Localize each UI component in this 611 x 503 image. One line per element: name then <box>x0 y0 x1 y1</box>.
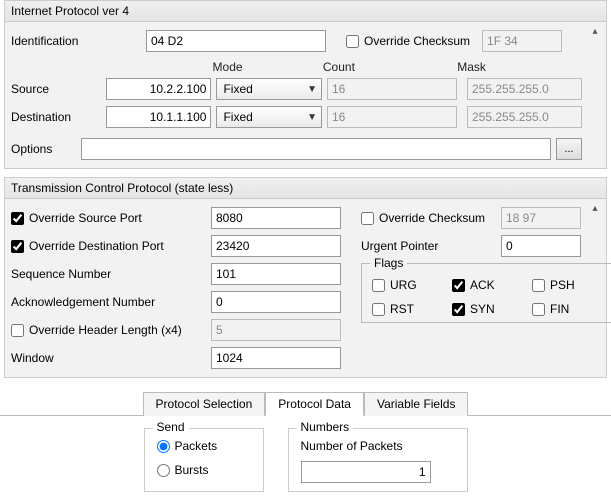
flags-fieldset: Flags URG ACK PSH RST SYN FIN <box>361 263 611 323</box>
tcp-override-checksum-box[interactable] <box>361 212 374 225</box>
override-source-port-label: Override Source Port <box>29 211 142 225</box>
sequence-number-label: Sequence Number <box>11 267 211 281</box>
send-bursts-input[interactable] <box>157 464 170 477</box>
source-mask-input <box>467 78 582 100</box>
ip-checksum-input <box>482 30 562 52</box>
flag-ack-box[interactable] <box>452 279 465 292</box>
flags-legend: Flags <box>370 256 407 270</box>
flag-urg-box[interactable] <box>372 279 385 292</box>
ip-override-checksum-checkbox[interactable]: Override Checksum <box>346 34 470 48</box>
tcp-override-checksum-label: Override Checksum <box>379 211 485 225</box>
tab-variable-fields[interactable]: Variable Fields <box>364 392 468 416</box>
urgent-pointer-input[interactable] <box>501 235 581 257</box>
destination-mode-select[interactable]: Fixed ▼ <box>216 106 322 128</box>
flag-urg-checkbox[interactable]: URG <box>372 278 452 292</box>
options-label: Options <box>11 142 81 156</box>
flag-rst-checkbox[interactable]: RST <box>372 302 452 316</box>
flag-psh-checkbox[interactable]: PSH <box>532 278 611 292</box>
override-source-port-box[interactable] <box>11 212 24 225</box>
ipv4-scrollbar[interactable]: ▴ <box>586 26 604 164</box>
sequence-number-input[interactable] <box>211 263 341 285</box>
tcp-override-checksum-checkbox[interactable]: Override Checksum <box>361 211 501 225</box>
source-label: Source <box>11 82 106 96</box>
tcp-section: Transmission Control Protocol (state les… <box>4 177 607 378</box>
ipv4-header: Internet Protocol ver 4 <box>4 0 607 22</box>
flag-psh-box[interactable] <box>532 279 545 292</box>
flag-syn-box[interactable] <box>452 303 465 316</box>
flag-fin-box[interactable] <box>532 303 545 316</box>
ipv4-section: Internet Protocol ver 4 ▴ Identification… <box>4 0 607 169</box>
options-input[interactable] <box>81 138 551 160</box>
flag-rst-box[interactable] <box>372 303 385 316</box>
override-header-len-box[interactable] <box>11 324 24 337</box>
window-input[interactable] <box>211 347 341 369</box>
override-dest-port-checkbox[interactable]: Override Destination Port <box>11 239 211 253</box>
mode-column-header: Mode <box>213 60 323 74</box>
destination-count-input <box>327 106 457 128</box>
urgent-pointer-label: Urgent Pointer <box>361 239 501 253</box>
bottom-tabs: Protocol Selection Protocol Data Variabl… <box>0 392 611 416</box>
source-port-input[interactable] <box>211 207 341 229</box>
count-column-header: Count <box>323 60 457 74</box>
number-of-packets-input[interactable] <box>301 461 431 483</box>
chevron-down-icon: ▼ <box>307 112 317 123</box>
options-browse-button[interactable]: ... <box>556 138 582 160</box>
scroll-up-icon[interactable]: ▴ <box>586 203 604 214</box>
tcp-checksum-input <box>501 207 581 229</box>
destination-label: Destination <box>11 110 106 124</box>
send-packets-radio[interactable]: Packets <box>157 439 251 453</box>
identification-label: Identification <box>11 34 146 48</box>
override-header-len-checkbox[interactable]: Override Header Length (x4) <box>11 323 211 337</box>
chevron-down-icon: ▼ <box>307 84 317 95</box>
tab-protocol-selection[interactable]: Protocol Selection <box>143 392 266 416</box>
source-mode-value: Fixed <box>223 82 252 96</box>
send-legend: Send <box>153 420 189 434</box>
source-address-input[interactable] <box>106 78 211 100</box>
override-source-port-checkbox[interactable]: Override Source Port <box>11 211 211 225</box>
send-packets-input[interactable] <box>157 440 170 453</box>
flag-ack-checkbox[interactable]: ACK <box>452 278 532 292</box>
numbers-group: Numbers Number of Packets <box>288 428 468 492</box>
ip-override-checksum-box[interactable] <box>346 35 359 48</box>
ip-override-checksum-label: Override Checksum <box>364 34 470 48</box>
flag-fin-checkbox[interactable]: FIN <box>532 302 611 316</box>
flag-syn-checkbox[interactable]: SYN <box>452 302 532 316</box>
destination-mode-value: Fixed <box>223 110 252 124</box>
numbers-legend: Numbers <box>297 420 354 434</box>
protocol-data-panel: Send Packets Bursts Numbers Number of Pa… <box>0 415 611 492</box>
window-label: Window <box>11 351 211 365</box>
header-len-input <box>211 319 341 341</box>
destination-mask-input <box>467 106 582 128</box>
ack-number-label: Acknowledgement Number <box>11 295 211 309</box>
destination-address-input[interactable] <box>106 106 211 128</box>
send-group: Send Packets Bursts <box>144 428 264 492</box>
tcp-header: Transmission Control Protocol (state les… <box>4 177 607 199</box>
override-dest-port-label: Override Destination Port <box>29 239 164 253</box>
ack-number-input[interactable] <box>211 291 341 313</box>
ellipsis-icon: ... <box>564 143 573 155</box>
identification-input[interactable] <box>146 30 326 52</box>
send-bursts-radio[interactable]: Bursts <box>157 463 251 477</box>
override-dest-port-box[interactable] <box>11 240 24 253</box>
source-count-input <box>327 78 457 100</box>
override-header-len-label: Override Header Length (x4) <box>29 323 182 337</box>
number-of-packets-label: Number of Packets <box>301 439 455 453</box>
tab-protocol-data[interactable]: Protocol Data <box>265 392 364 416</box>
scroll-up-icon[interactable]: ▴ <box>586 26 604 37</box>
source-mode-select[interactable]: Fixed ▼ <box>216 78 322 100</box>
dest-port-input[interactable] <box>211 235 341 257</box>
mask-column-header: Mask <box>457 60 582 74</box>
